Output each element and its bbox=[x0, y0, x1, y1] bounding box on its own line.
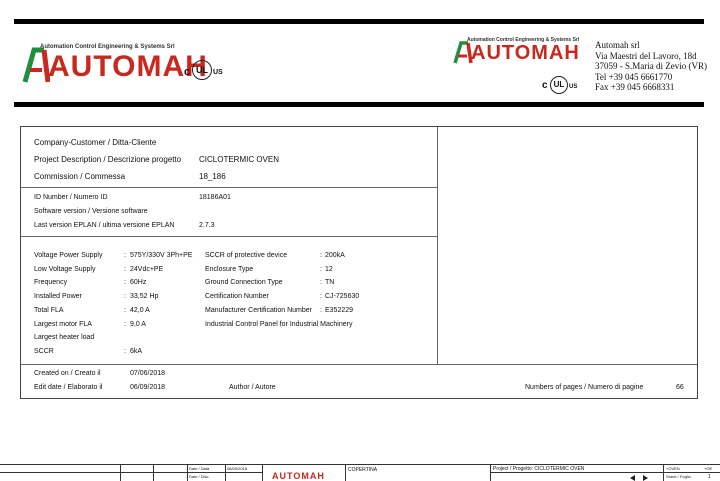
tb-sheet-label: Sheet / Foglio bbox=[666, 474, 691, 479]
panel-note: Industrial Control Panel for Industrial … bbox=[205, 320, 353, 328]
spec-value: CJ-725630 bbox=[325, 293, 360, 301]
ul-right-badge-icon: UL bbox=[550, 76, 568, 94]
id-label: ID Number / Numero ID bbox=[34, 194, 108, 201]
spec-label: Largest motor FLA bbox=[34, 320, 92, 328]
specs-right-colons: ::::: bbox=[320, 252, 322, 314]
spec-value: 200kA bbox=[325, 252, 345, 259]
cert-left-us: US bbox=[213, 69, 223, 76]
company-address: Automah srl Via Maestri del Lavoro, 18d … bbox=[595, 40, 707, 93]
spec-label: Low Voltage Supply bbox=[34, 265, 96, 273]
tb-date-label: Date / Data bbox=[189, 466, 210, 471]
tb-disc-label: Date / Disc. bbox=[189, 474, 210, 479]
tb-logo: AUTOMAH bbox=[272, 470, 342, 481]
eplan-label: Last version EPLAN / ultima versione EPL… bbox=[34, 222, 175, 229]
header-bottom-rule bbox=[14, 102, 704, 107]
company-address-line1: Via Maestri del Lavoro, 18d bbox=[595, 50, 697, 61]
specs-left-colons: :::::: : bbox=[124, 252, 126, 355]
id-value: 18186A01 bbox=[199, 194, 231, 201]
company-address-line2: 37059 - S.Maria di Zevio (VR) bbox=[595, 61, 707, 71]
spec-value: TN bbox=[325, 279, 335, 287]
author-label: Author / Autore bbox=[229, 384, 276, 391]
edited-value: 06/09/2018 bbox=[130, 384, 166, 391]
company-name: Automah srl bbox=[595, 40, 640, 50]
tb-plus: +OVEN bbox=[666, 466, 680, 471]
spec-label: Voltage Power Supply bbox=[34, 252, 103, 259]
info-box-divider bbox=[437, 127, 438, 364]
pages-label: Numbers of pages / Numero di pagine bbox=[525, 384, 644, 391]
pages-value: 66 bbox=[676, 384, 684, 391]
ul-left-badge-icon: UL bbox=[192, 60, 212, 80]
tb-sheet-value: 1 bbox=[708, 474, 711, 480]
tb-date-value: 06/09/2018 bbox=[227, 466, 248, 471]
spec-value: 575Y/330V 3Ph+PE bbox=[130, 252, 193, 259]
spec-label: Total FLA bbox=[34, 306, 64, 314]
divider-2 bbox=[21, 236, 437, 237]
edited-label: Edit date / Elaborato il bbox=[34, 384, 103, 391]
logo-right-word: AUTOMAH bbox=[471, 42, 580, 64]
header-top-rule bbox=[14, 19, 704, 24]
specs-right-values: 200kA 12 TN CJ-725630 E352229 bbox=[325, 249, 359, 318]
title-block: Date / Data 06/09/2018 Date / Disc. AUTO… bbox=[0, 464, 720, 481]
description-value: CICLOTERMIC OVEN bbox=[199, 155, 280, 164]
spec-label: Frequency bbox=[34, 279, 68, 287]
logo-left-a-icon bbox=[22, 47, 50, 83]
spec-label: Largest heater load bbox=[34, 334, 95, 342]
company-tel: Tel +39 045 6661770 bbox=[595, 71, 673, 82]
logo-right: Automation Control Engineering & Systems… bbox=[453, 36, 583, 76]
description-label: Project Description / Descrizione proget… bbox=[34, 155, 182, 164]
spec-label: Installed Power bbox=[34, 293, 82, 301]
spec-value: 9,0 A bbox=[130, 320, 146, 328]
spec-value: 60Hz bbox=[130, 279, 147, 287]
spec-value: E352229 bbox=[325, 306, 354, 314]
company-fax: Fax +39 045 6668331 bbox=[595, 82, 675, 92]
commission-value: 18_186 bbox=[199, 172, 226, 181]
cert-left-c: c bbox=[184, 66, 191, 78]
logo-right-a-icon bbox=[453, 41, 473, 64]
eplan-value: 2.7.3 bbox=[199, 222, 215, 229]
specs-left-values: 575Y/330V 3Ph+PE 24Vdc+PE 60Hz 33,52 Hp … bbox=[130, 249, 192, 359]
spec-label: SCCR bbox=[34, 347, 54, 355]
spec-value: 6kA bbox=[130, 347, 143, 355]
created-label: Created on / Creato il bbox=[34, 370, 101, 377]
spec-value: 12 bbox=[325, 265, 333, 273]
tb-eq: +OE bbox=[704, 466, 713, 471]
divider-1 bbox=[21, 187, 437, 188]
commission-label: Commission / Commessa bbox=[34, 172, 126, 181]
customer-label: Company-Customer / Ditta-Cliente bbox=[34, 138, 157, 147]
logo-left: Automation Control Engineering & Systems… bbox=[22, 42, 207, 92]
spec-value: 24Vdc+PE bbox=[130, 265, 164, 273]
spec-value: 42,0 A bbox=[130, 306, 150, 314]
divider-3 bbox=[21, 364, 697, 365]
software-label: Software version / Versione software bbox=[34, 208, 148, 215]
cert-right-c: c bbox=[542, 80, 548, 91]
specs-left-labels: Voltage Power Supply Low Voltage Supply … bbox=[34, 249, 103, 359]
cert-right-us: US bbox=[569, 84, 578, 90]
spec-value bbox=[130, 331, 192, 345]
tb-sheet-title: COPERTINA bbox=[348, 467, 378, 473]
created-value: 07/06/2018 bbox=[130, 370, 166, 377]
tb-project: Project / Progetto: CICLOTERMIC OVEN bbox=[493, 466, 585, 472]
spec-value: 33,52 Hp bbox=[130, 293, 159, 301]
